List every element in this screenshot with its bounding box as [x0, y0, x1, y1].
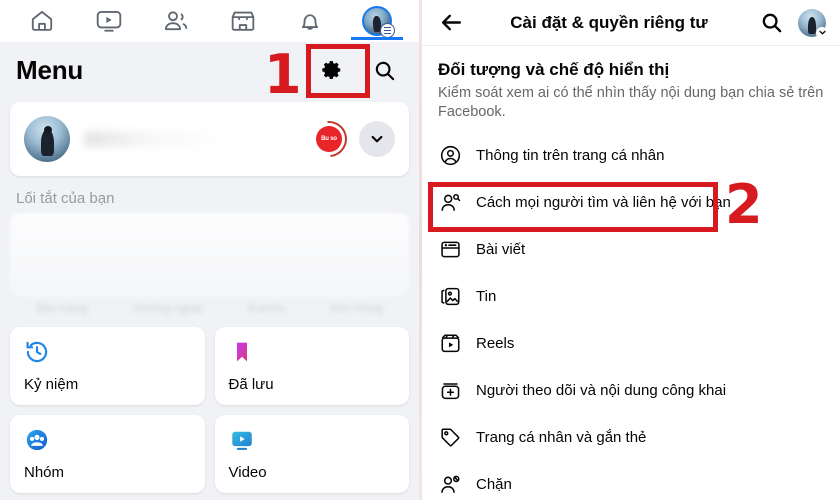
shortcuts-section-label: Lối tắt của bạn — [16, 190, 115, 207]
settings-header: Cài đặt & quyền riêng tư — [422, 0, 840, 46]
menu-hamburger-badge-icon — [380, 23, 396, 38]
top-navigation-bar — [0, 0, 419, 42]
audience-visibility-section: Đối tượng và chế độ hiển thị Kiểm soát x… — [422, 46, 840, 132]
avatar-head — [44, 126, 52, 134]
settings-item-profile-tagging[interactable]: Trang cá nhân và gắn thẻ — [422, 414, 840, 461]
marketplace-icon[interactable] — [217, 2, 269, 40]
tag-icon — [438, 426, 462, 450]
right-panel-settings-privacy: Cài đặt & quyền riêng tư Đối tượng và ch… — [422, 0, 840, 500]
followers-add-icon — [438, 379, 462, 403]
blurred-label: Hướng ngoại — [132, 301, 204, 315]
section-heading: Đối tượng và chế độ hiển thị — [438, 60, 670, 79]
settings-item-reels[interactable]: Reels — [422, 320, 840, 367]
friends-icon[interactable] — [150, 2, 202, 40]
profile-avatar-menu[interactable] — [351, 2, 404, 40]
blurred-content-block — [10, 213, 409, 297]
settings-item-label: Tin — [476, 288, 497, 306]
search-icon[interactable] — [758, 10, 784, 36]
shortcut-label: Đã lưu — [228, 376, 274, 393]
annotation-number-2: 2 — [725, 173, 763, 236]
shortcut-card-video[interactable]: Video — [214, 415, 409, 493]
memories-clock-icon — [24, 339, 191, 370]
video-play-icon — [229, 427, 396, 458]
switch-ring — [303, 113, 355, 165]
page-title: Menu — [16, 54, 84, 85]
settings-item-label: Chặn — [476, 476, 512, 494]
blurred-label: Events — [247, 301, 285, 315]
shortcut-label: Kỷ niệm — [24, 376, 79, 393]
home-icon[interactable] — [16, 2, 68, 40]
reels-icon — [438, 332, 462, 356]
settings-item-label: Thông tin trên trang cá nhân — [476, 147, 665, 165]
screenshot-root: Menu Bu so Lối tắt của bạn Bán hàng Hướn… — [0, 0, 840, 500]
shortcut-grid: Kỷ niệm Đã lưu Nhóm Video — [0, 315, 419, 493]
shortcut-card-groups[interactable]: Nhóm — [10, 415, 205, 493]
switch-account-badge-icon[interactable]: Bu so — [303, 113, 355, 165]
shortcut-label: Nhóm — [24, 464, 65, 481]
blurred-label-row: Bán hàng Hướng ngoại Events Anh Hùng — [0, 297, 419, 315]
settings-item-followers-public-content[interactable]: Người theo dõi và nội dung công khai — [422, 367, 840, 414]
annotation-number-1: 1 — [264, 43, 302, 106]
blurred-label: Anh Hùng — [329, 301, 383, 315]
groups-icon — [24, 427, 191, 458]
settings-item-blocking[interactable]: Chặn — [422, 461, 840, 500]
profile-card[interactable]: Bu so — [10, 102, 409, 176]
shortcut-card-memories[interactable]: Kỷ niệm — [10, 327, 205, 405]
shortcut-label: Video — [228, 464, 267, 481]
settings-header-actions — [758, 8, 828, 39]
settings-item-label: Trang cá nhân và gắn thẻ — [476, 429, 647, 447]
profile-name — [84, 131, 309, 147]
shortcut-card-saved[interactable]: Đã lưu — [214, 327, 409, 405]
settings-item-profile-information[interactable]: Thông tin trên trang cá nhân — [422, 132, 840, 179]
settings-item-stories[interactable]: Tin — [422, 273, 840, 320]
page-title: Cài đặt & quyền riêng tư — [510, 12, 708, 32]
settings-item-label: Người theo dõi và nội dung công khai — [476, 382, 727, 400]
annotation-box-gear — [306, 44, 370, 98]
blurred-label: Bán hàng — [36, 301, 88, 315]
stories-photos-icon — [438, 285, 462, 309]
user-circle-icon — [438, 144, 462, 168]
chevron-down-icon — [816, 26, 828, 39]
avatar-figure — [808, 16, 816, 34]
block-person-icon — [438, 473, 462, 497]
settings-item-label: Reels — [476, 335, 515, 353]
saved-bookmark-icon — [229, 339, 396, 370]
post-article-icon — [438, 238, 462, 262]
settings-item-posts[interactable]: Bài viết — [422, 226, 840, 273]
avatar — [24, 116, 70, 162]
settings-item-label: Bài viết — [476, 241, 526, 259]
notifications-bell-icon[interactable] — [284, 2, 336, 40]
active-tab-underline — [351, 37, 404, 40]
left-panel-facebook-menu: Menu Bu so Lối tắt của bạn Bán hàng Hướn… — [0, 0, 419, 500]
avatar — [362, 6, 396, 38]
search-icon[interactable] — [371, 57, 397, 83]
annotation-box-how-people-find-you — [428, 182, 718, 232]
section-description: Kiểm soát xem ai có thể nhìn thấy nội du… — [438, 85, 824, 121]
chevron-down-icon[interactable] — [359, 121, 395, 157]
video-icon[interactable] — [83, 2, 135, 40]
avatar[interactable] — [798, 8, 828, 39]
